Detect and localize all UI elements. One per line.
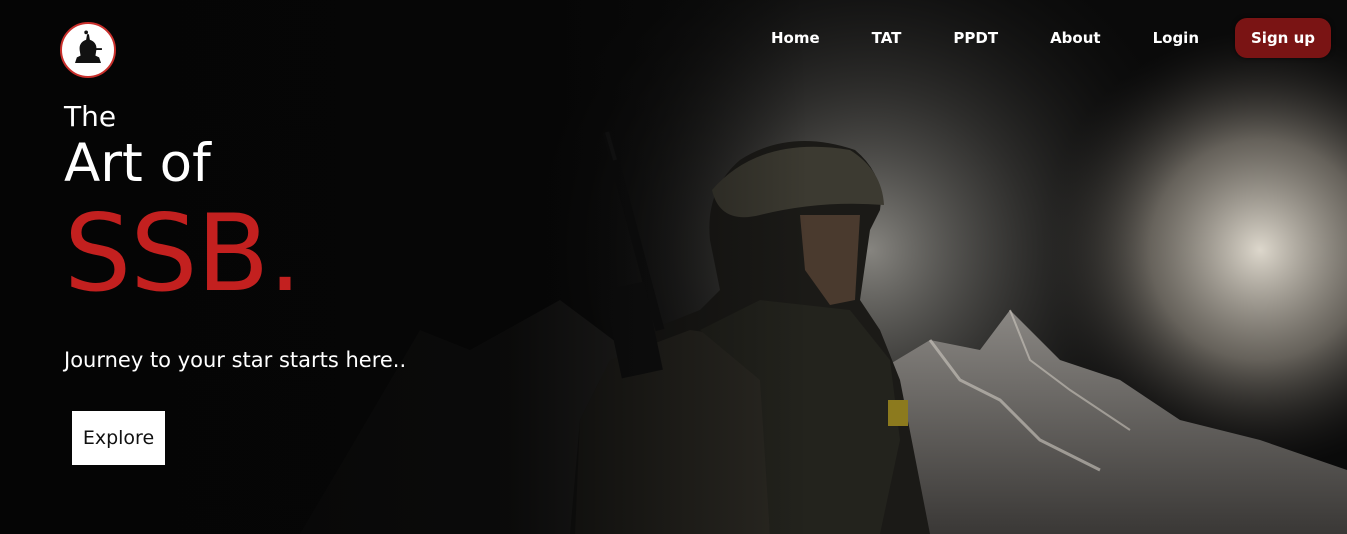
hero-heading-the: The (64, 100, 117, 133)
landing-page: Home TAT PPDT About Login Sign up The Ar… (0, 0, 1347, 534)
nav-login-link[interactable]: Login (1153, 18, 1199, 58)
explore-button[interactable]: Explore (72, 411, 165, 465)
nav-tat-link[interactable]: TAT (872, 18, 902, 58)
hero-heading-ssb: SSB. (64, 192, 302, 315)
top-navigation: Home TAT PPDT About Login Sign up (771, 18, 1331, 58)
nav-about-link[interactable]: About (1050, 18, 1101, 58)
hero-heading: The Art of SSB. (64, 98, 302, 315)
hero-heading-art-of: Art of (64, 133, 211, 194)
soldier-emblem-icon (63, 25, 113, 75)
signup-button[interactable]: Sign up (1235, 18, 1331, 58)
hero-tagline: Journey to your star starts here.. (64, 348, 407, 372)
site-logo[interactable] (60, 22, 116, 78)
nav-ppdt-link[interactable]: PPDT (953, 18, 998, 58)
nav-home-link[interactable]: Home (771, 18, 820, 58)
